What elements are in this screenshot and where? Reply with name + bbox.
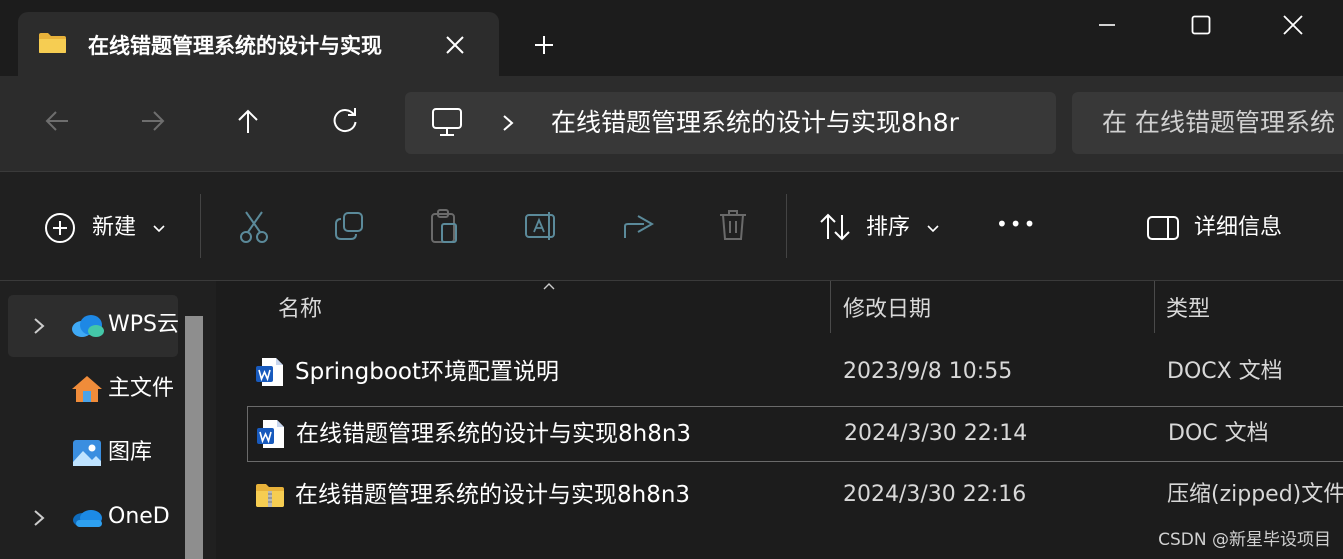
file-type: DOC 文档 bbox=[1168, 421, 1269, 446]
rename-icon[interactable] bbox=[524, 210, 558, 242]
column-header-type[interactable]: 类型 bbox=[1166, 295, 1210, 325]
sidebar-item-onedrive[interactable]: OneD bbox=[8, 487, 178, 549]
up-icon[interactable] bbox=[233, 106, 263, 136]
watermark: CSDN @新星毕设项目 bbox=[1158, 530, 1331, 550]
chevron-right-icon[interactable] bbox=[501, 114, 515, 132]
details-button[interactable]: 详细信息 bbox=[1194, 214, 1282, 242]
sidebar-item-gallery[interactable]: 图库 bbox=[8, 423, 178, 485]
column-divider[interactable] bbox=[1154, 281, 1155, 333]
new-tab-icon[interactable] bbox=[532, 33, 556, 57]
navigation-row: 在线错题管理系统的设计与实现8h8r 在 在线错题管理系统 bbox=[0, 76, 1343, 172]
file-row[interactable]: 在线错题管理系统的设计与实现8h8n3 2024/3/30 22:16 压缩(z… bbox=[247, 468, 1343, 524]
delete-icon[interactable] bbox=[718, 208, 748, 242]
back-icon[interactable] bbox=[42, 106, 72, 136]
sidebar-item-home[interactable]: 主文件 bbox=[8, 359, 178, 421]
minimize-icon[interactable] bbox=[1096, 14, 1118, 36]
column-header-name[interactable]: 名称 bbox=[278, 295, 322, 325]
gallery-icon bbox=[73, 440, 101, 466]
file-date: 2024/3/30 22:14 bbox=[844, 421, 1028, 446]
sidebar-item-label: OneD bbox=[108, 504, 170, 529]
column-divider[interactable] bbox=[830, 281, 831, 333]
chevron-down-icon[interactable] bbox=[926, 224, 940, 234]
file-name: 在线错题管理系统的设计与实现8h8n3 bbox=[296, 421, 692, 447]
file-name: 在线错题管理系统的设计与实现8h8n3 bbox=[295, 482, 691, 508]
sort-button[interactable]: 排序 bbox=[866, 214, 910, 242]
word-doc-icon bbox=[256, 358, 283, 386]
sidebar-item-label: WPS云 bbox=[108, 312, 178, 337]
toolbar-divider bbox=[786, 194, 787, 258]
folder-icon bbox=[39, 33, 66, 53]
forward-icon[interactable] bbox=[138, 106, 168, 136]
file-row[interactable]: Springboot环境配置说明 2023/9/8 10:55 DOCX 文档 bbox=[247, 345, 1343, 401]
column-header-modified[interactable]: 修改日期 bbox=[843, 295, 931, 325]
zip-folder-icon bbox=[256, 484, 284, 507]
sidebar-item-label: 图库 bbox=[108, 440, 153, 465]
command-bar: 新建 排序 ••• 详细信息 bbox=[0, 172, 1343, 281]
refresh-icon[interactable] bbox=[330, 106, 360, 136]
new-plus-icon[interactable] bbox=[44, 212, 76, 244]
address-path: 在线错题管理系统的设计与实现8h8r bbox=[551, 108, 959, 137]
sidebar-item-label: 主文件 bbox=[108, 376, 175, 401]
maximize-icon[interactable] bbox=[1190, 14, 1212, 36]
home-icon bbox=[72, 376, 102, 402]
share-icon[interactable] bbox=[622, 210, 654, 242]
file-date: 2023/9/8 10:55 bbox=[843, 359, 1013, 384]
explorer-tab[interactable]: 在线错题管理系统的设计与实现 bbox=[18, 12, 499, 76]
word-doc-icon bbox=[257, 420, 284, 448]
address-bar[interactable]: 在线错题管理系统的设计与实现8h8r bbox=[405, 92, 1056, 154]
sort-caret-icon bbox=[543, 283, 555, 290]
cut-icon[interactable] bbox=[238, 210, 270, 244]
file-name: Springboot环境配置说明 bbox=[295, 359, 559, 385]
file-list: 名称 修改日期 类型 Springboot环境配置说明 2023/9/8 10:… bbox=[216, 281, 1343, 559]
close-tab-icon[interactable] bbox=[444, 34, 466, 56]
file-type: 压缩(zipped)文件 bbox=[1167, 482, 1343, 507]
file-row[interactable]: 在线错题管理系统的设计与实现8h8n3 2024/3/30 22:14 DOC … bbox=[247, 406, 1343, 462]
chevron-right-icon[interactable] bbox=[32, 509, 46, 527]
copy-icon[interactable] bbox=[333, 210, 365, 242]
file-type: DOCX 文档 bbox=[1167, 359, 1283, 384]
onedrive-icon bbox=[73, 510, 102, 527]
close-window-icon[interactable] bbox=[1282, 14, 1304, 36]
chevron-right-icon[interactable] bbox=[32, 317, 46, 335]
more-options-button[interactable]: ••• bbox=[996, 210, 1037, 238]
paste-icon[interactable] bbox=[428, 208, 460, 244]
tab-title: 在线错题管理系统的设计与实现 bbox=[88, 34, 382, 58]
this-pc-icon bbox=[432, 108, 462, 136]
wps-cloud-icon bbox=[72, 315, 104, 337]
new-button[interactable]: 新建 bbox=[92, 214, 136, 242]
chevron-down-icon[interactable] bbox=[152, 224, 166, 234]
sort-icon[interactable] bbox=[818, 212, 852, 242]
navigation-pane: WPS云 主文件 图库 OneD bbox=[0, 281, 215, 559]
scrollbar[interactable] bbox=[185, 316, 203, 559]
search-box[interactable]: 在 在线错题管理系统 bbox=[1072, 92, 1343, 154]
title-bar: 在线错题管理系统的设计与实现 bbox=[0, 0, 1343, 76]
toolbar-divider bbox=[200, 194, 201, 258]
file-date: 2024/3/30 22:16 bbox=[843, 482, 1027, 507]
sidebar-item-wps-cloud[interactable]: WPS云 bbox=[8, 295, 178, 357]
search-placeholder: 在 在线错题管理系统 bbox=[1102, 108, 1335, 137]
details-pane-icon[interactable] bbox=[1146, 214, 1180, 242]
